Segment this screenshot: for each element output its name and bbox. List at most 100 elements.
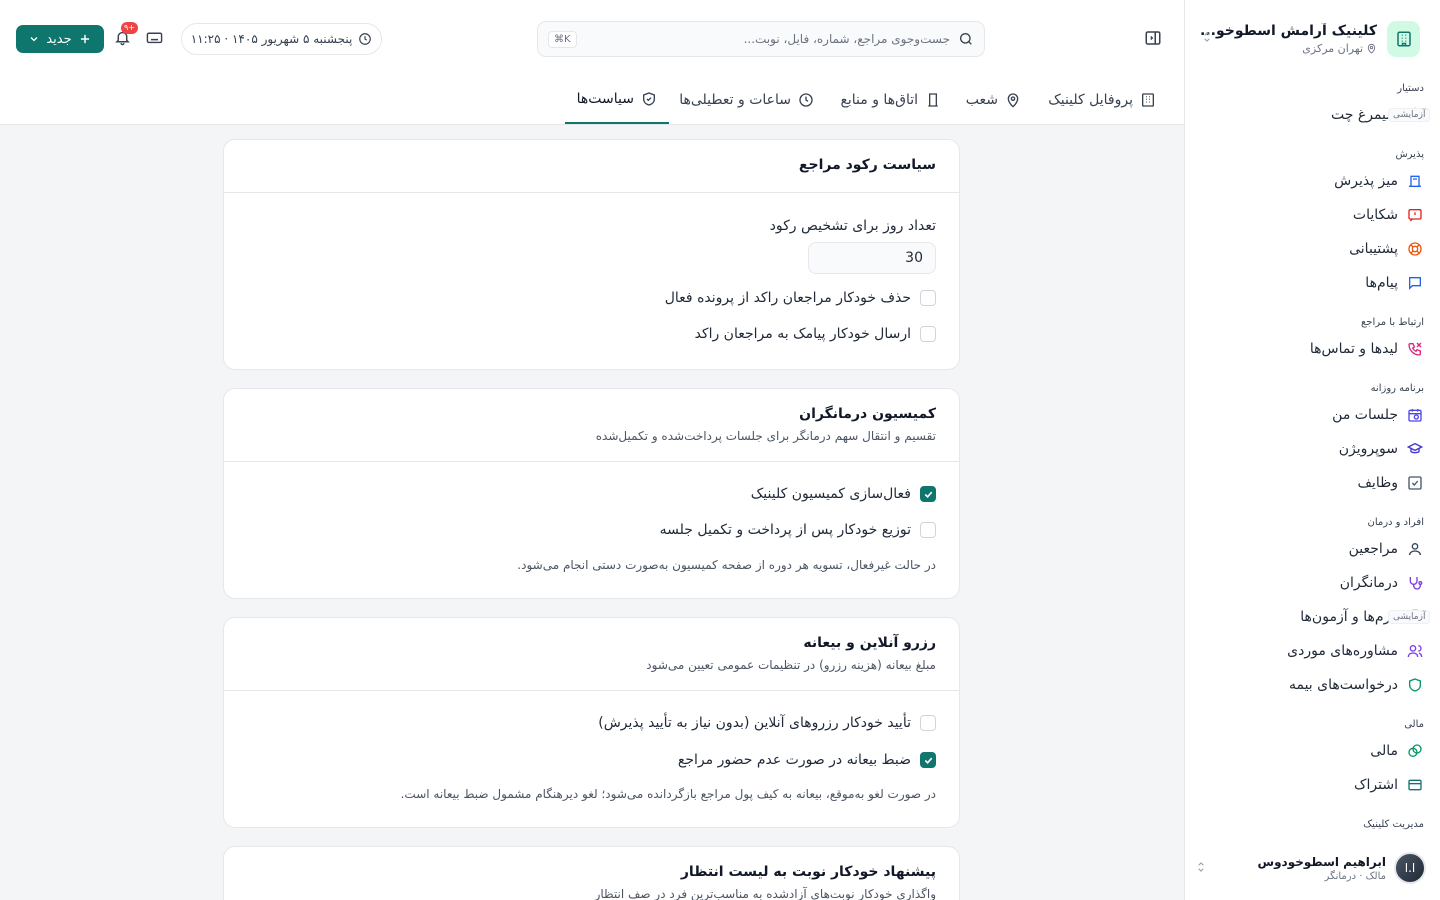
checkbox[interactable] [920, 486, 936, 502]
building-icon [1387, 21, 1420, 57]
sidebar-item-tasks[interactable]: وظایف [1184, 466, 1440, 500]
nav-group-people: افراد و درمان [1367, 517, 1424, 528]
shield-check-icon [641, 91, 657, 107]
tab-rooms[interactable]: اتاق‌ها و منابع [840, 76, 941, 124]
sidebar-item-subscription[interactable]: اشتراک [1184, 768, 1440, 802]
phone-icon [1406, 340, 1424, 358]
sidebar-item-insurance[interactable]: درخواست‌های بیمه [1184, 668, 1440, 702]
checkbox[interactable] [920, 715, 936, 731]
users-icon [1406, 642, 1424, 660]
avatar: ا.ا [1394, 852, 1426, 884]
stagnation-policy-card: سیاست رکود مراجع تعداد روز برای تشخیص رک… [223, 139, 960, 370]
sidebar-item-label: مشاوره‌های موردی [1287, 643, 1398, 659]
sidebar-toggle-icon[interactable] [1144, 29, 1162, 47]
clinic-location: تهران مرکزی [1200, 42, 1377, 55]
graduation-cap-icon [1406, 440, 1424, 458]
tab-branches[interactable]: شعب [966, 76, 1021, 124]
keyboard-icon[interactable] [146, 29, 163, 46]
sidebar-item-label: پیام‌ها [1365, 275, 1398, 291]
forfeit-deposit-option[interactable]: ضبط بیعانه در صورت عدم حضور مراجع [678, 752, 936, 768]
card-title: رزرو آنلاین و بیعانه [803, 635, 936, 651]
credit-card-icon [1406, 776, 1424, 794]
nav-group-assistant: دستیار [1397, 83, 1424, 94]
nav-group-daily: برنامه روزانه [1370, 383, 1424, 394]
card-title: سیاست رکود مراجع [798, 157, 936, 173]
search-placeholder: جست‌وجوی مراجع، شماره، فایل، نوبت... [743, 32, 950, 46]
sidebar-item-label: فرم‌ها و آزمون‌ها [1300, 609, 1398, 625]
experimental-badge: آزمایشی [1388, 108, 1431, 122]
sidebar-item-simorgh[interactable]: سیمرغ چت آزمایشی [1184, 98, 1440, 132]
chevron-down-icon [28, 33, 40, 45]
plus-icon [78, 32, 92, 46]
tab-profile[interactable]: پروفایل کلینیک [1048, 76, 1156, 124]
card-subtitle: واگذاری خودکار نوبت‌های آزادشده به مناسب… [594, 887, 936, 900]
search-input[interactable]: جست‌وجوی مراجع، شماره، فایل، نوبت... ⌘K [537, 21, 985, 57]
clinic-switcher[interactable]: کلینیک آرامش اسطوخو... تهران مرکزی [1200, 18, 1420, 60]
coins-icon [1406, 742, 1424, 760]
user-role: مالک · درمانگر [1324, 870, 1386, 882]
sidebar: کلینیک آرامش اسطوخو... تهران مرکزی دستیا… [1184, 0, 1440, 900]
sidebar-nav: دستیار سیمرغ چت آزمایشی پذیرش میز پذیرش … [1184, 78, 1440, 834]
user-menu[interactable]: ا.ا ابراهیم اسطوخودوس مالک · درمانگر [1194, 850, 1426, 886]
sidebar-item-messages[interactable]: پیام‌ها [1184, 266, 1440, 300]
experimental-badge: آزمایشی [1388, 610, 1431, 624]
new-button[interactable]: جدید [16, 25, 104, 53]
booking-note: در صورت لغو به‌موقع، بیعانه به کیف پول م… [400, 787, 936, 801]
auto-distribute-option[interactable]: توزیع خودکار پس از پرداخت و تکمیل جلسه [660, 522, 936, 538]
tab-policies[interactable]: سیاست‌ها [564, 76, 669, 124]
tab-hours[interactable]: ساعات و تعطیلی‌ها [679, 76, 814, 124]
auto-remove-stagnant-option[interactable]: حذف خودکار مراجعان راکد از پرونده فعال [665, 290, 936, 306]
sidebar-item-label: درمانگران [1339, 575, 1398, 591]
enable-commission-option[interactable]: فعال‌سازی کمیسیون کلینیک [751, 486, 936, 502]
auto-sms-stagnant-option[interactable]: ارسال خودکار پیامک به مراجعان راکد [695, 326, 936, 342]
search-shortcut: ⌘K [548, 30, 577, 48]
tab-label: شعب [965, 92, 998, 108]
checkbox[interactable] [920, 290, 936, 306]
sidebar-item-label: اشتراک [1354, 777, 1398, 793]
sidebar-item-label: مالی [1370, 743, 1398, 759]
shield-icon [1406, 676, 1424, 694]
sidebar-item-label: میز پذیرش [1334, 173, 1398, 189]
tab-label: ساعات و تعطیلی‌ها [679, 92, 791, 108]
nav-group-finance: مالی [1404, 719, 1424, 730]
user-name: ابراهیم اسطوخودوس [1257, 854, 1386, 869]
sidebar-item-finance[interactable]: مالی [1184, 734, 1440, 768]
tab-label: سیاست‌ها [576, 91, 634, 107]
sidebar-item-support[interactable]: پشتیبانی [1184, 232, 1440, 266]
desk-icon [1406, 172, 1424, 190]
sidebar-item-forms[interactable]: فرم‌ها و آزمون‌ها آزمایشی [1184, 600, 1440, 634]
chevron-updown-icon[interactable] [1200, 30, 1214, 44]
chevron-updown-icon[interactable] [1194, 860, 1208, 874]
sidebar-item-leads[interactable]: لیدها و تماس‌ها [1184, 332, 1440, 366]
option-label: تأیید خودکار رزروهای آنلاین (بدون نیاز ب… [598, 715, 911, 731]
checkbox[interactable] [920, 522, 936, 538]
sidebar-item-label: مراجعین [1348, 541, 1398, 557]
sidebar-item-therapists[interactable]: درمانگران [1184, 566, 1440, 600]
sidebar-item-sessions[interactable]: جلسات من [1184, 398, 1440, 432]
stagnation-days-input[interactable]: 30 [808, 242, 936, 274]
sidebar-item-label: درخواست‌های بیمه [1288, 677, 1398, 693]
sidebar-item-label: شکایات [1352, 207, 1398, 223]
sidebar-item-label: جلسات من [1332, 407, 1398, 423]
topbar: جست‌وجوی مراجع، شماره، فایل، نوبت... ⌘K … [0, 0, 1184, 76]
booking-deposit-card: رزرو آنلاین و بیعانه مبلغ بیعانه (هزینه … [223, 617, 960, 828]
checkbox[interactable] [920, 752, 936, 768]
auto-confirm-booking-option[interactable]: تأیید خودکار رزروهای آنلاین (بدون نیاز ب… [598, 715, 936, 731]
clock-icon [798, 92, 814, 108]
checkbox[interactable] [920, 326, 936, 342]
lifebuoy-icon [1406, 240, 1424, 258]
sidebar-item-complaints[interactable]: شکایات [1184, 198, 1440, 232]
alert-message-icon [1406, 206, 1424, 224]
card-title: کمیسیون درمانگران [799, 406, 936, 422]
sidebar-item-clients[interactable]: مراجعین [1184, 532, 1440, 566]
option-label: ارسال خودکار پیامک به مراجعان راکد [694, 326, 911, 342]
sidebar-item-cases[interactable]: مشاوره‌های موردی [1184, 634, 1440, 668]
sidebar-item-label: سوپرویژن [1338, 441, 1398, 457]
tab-label: پروفایل کلینیک [1048, 92, 1133, 108]
stagnation-days-label: تعداد روز برای تشخیص رکود [769, 218, 936, 234]
waitlist-card: پیشنهاد خودکار نوبت به لیست انتظار واگذا… [223, 846, 960, 900]
clinic-location-label: تهران مرکزی [1302, 42, 1364, 55]
commission-card: کمیسیون درمانگران تقسیم و انتقال سهم درم… [223, 388, 960, 599]
sidebar-item-supervision[interactable]: سوپرویژن [1184, 432, 1440, 466]
sidebar-item-desk[interactable]: میز پذیرش [1184, 164, 1440, 198]
